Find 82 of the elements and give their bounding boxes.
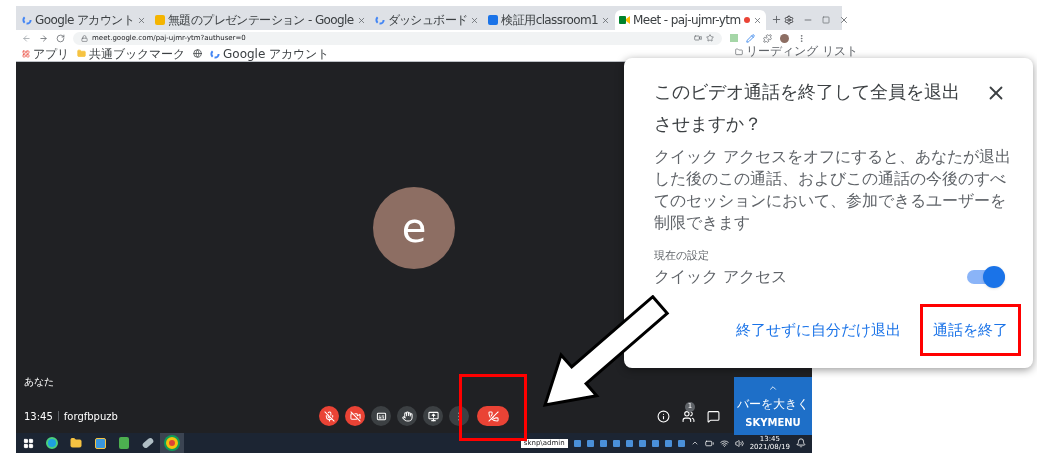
meeting-code: forgfbpuzb bbox=[63, 409, 118, 424]
tab-title: ダッシュボード bbox=[387, 12, 468, 29]
call-control-button[interactable] bbox=[423, 406, 443, 426]
close-icon bbox=[838, 15, 849, 25]
call-control-button[interactable] bbox=[397, 406, 417, 426]
google-icon bbox=[22, 15, 32, 25]
camera-icon bbox=[619, 15, 631, 25]
bookmark[interactable]: 共通ブックマーク bbox=[77, 46, 185, 61]
browser-tab[interactable]: Google アカウント bbox=[18, 10, 150, 30]
setting-caption: 現在の設定 bbox=[654, 248, 710, 264]
camera-icon bbox=[694, 34, 702, 42]
call-control-button[interactable] bbox=[371, 406, 391, 426]
reload-icon bbox=[56, 33, 65, 43]
new-tab-icon bbox=[770, 14, 782, 25]
phone-icon bbox=[487, 410, 499, 422]
reading-list-button[interactable]: リーディング リスト bbox=[735, 45, 858, 58]
apps-icon bbox=[22, 49, 30, 58]
avatar: e bbox=[373, 187, 455, 269]
hand-icon bbox=[401, 410, 413, 422]
browser-tab[interactable]: ダッシュボード bbox=[370, 10, 484, 30]
google-icon bbox=[374, 15, 385, 25]
maximize-icon bbox=[821, 16, 830, 24]
pencil-icon bbox=[746, 33, 755, 43]
camera-off-icon bbox=[349, 410, 361, 422]
puzzle-icon bbox=[763, 33, 772, 43]
people-icon bbox=[682, 409, 695, 423]
lock-icon bbox=[81, 34, 88, 42]
taskbar-app[interactable] bbox=[160, 433, 184, 453]
call-control-button[interactable] bbox=[345, 406, 365, 426]
chat-icon bbox=[707, 409, 720, 423]
classroom-icon bbox=[488, 15, 499, 25]
close-icon bbox=[752, 15, 762, 25]
profile-avatar[interactable] bbox=[780, 33, 789, 43]
captions-icon bbox=[375, 410, 387, 422]
star-icon bbox=[706, 34, 714, 42]
close-icon bbox=[601, 15, 611, 25]
extension-icon bbox=[730, 34, 738, 42]
folder-icon bbox=[70, 437, 82, 449]
close-icon bbox=[136, 15, 146, 25]
browser-tab[interactable]: 検証用classroom1 bbox=[484, 10, 615, 30]
windows-icon bbox=[22, 437, 34, 449]
dialog-button[interactable]: 終了せずに自分だけ退出 bbox=[730, 314, 907, 345]
settings-icon bbox=[783, 15, 794, 25]
tab-title: 検証用classroom1 bbox=[501, 12, 599, 29]
google-icon bbox=[210, 48, 220, 59]
end-call-button[interactable] bbox=[477, 406, 509, 426]
slides-icon bbox=[154, 15, 165, 25]
call-control-button[interactable] bbox=[319, 406, 339, 426]
tab-title: Meet - paj-ujmr-ytm bbox=[633, 12, 741, 29]
dialog-title: このビデオ通話を終了して全員を退出させますか？ bbox=[654, 80, 961, 136]
browser-tab[interactable]: Meet - paj-ujmr-ytm bbox=[615, 10, 766, 30]
dialog-button[interactable]: 通話を終了 bbox=[927, 314, 1014, 345]
bookmark[interactable] bbox=[193, 49, 202, 58]
folder-icon bbox=[77, 49, 86, 58]
skymenu-button[interactable]: バーを大きく SKYMENU bbox=[734, 377, 812, 435]
tab-title: Google アカウント bbox=[35, 12, 134, 29]
tab-title: 無題のプレゼンテーション - Google bbox=[167, 12, 354, 29]
close-icon bbox=[470, 15, 480, 25]
chrome-icon bbox=[166, 437, 178, 449]
app-icon bbox=[94, 437, 106, 449]
mic-off-icon bbox=[323, 410, 335, 422]
browser-tab[interactable]: 無題のプレゼンテーション - Google bbox=[150, 10, 370, 30]
notification-icon bbox=[796, 438, 806, 448]
volume-icon bbox=[734, 438, 744, 448]
browser-icon bbox=[46, 437, 58, 449]
back-icon bbox=[22, 33, 31, 43]
participant-name: あなた bbox=[24, 375, 54, 389]
skymenu-logo: SKYMENU bbox=[745, 415, 801, 430]
app-icon bbox=[119, 437, 129, 449]
bookmark[interactable]: Google アカウント bbox=[210, 46, 330, 61]
close-icon bbox=[356, 15, 366, 25]
setting-label: クイック アクセス bbox=[654, 265, 788, 288]
info-icon bbox=[657, 409, 670, 423]
forward-icon bbox=[39, 33, 48, 43]
network-icon bbox=[719, 438, 729, 448]
present-icon bbox=[427, 410, 439, 422]
battery-icon bbox=[704, 438, 714, 448]
bookmark[interactable]: アプリ bbox=[22, 46, 69, 61]
more-icon bbox=[797, 33, 806, 43]
dialog-message: クイック アクセスをオフにすると、あなたが退出した後のこの通話、およびこの通話の今後のすべてのセッションにおいて、参加できるユーザーを制限できます bbox=[654, 146, 1013, 234]
globe-icon bbox=[193, 49, 202, 58]
meeting-time: 13:45 bbox=[24, 409, 53, 424]
